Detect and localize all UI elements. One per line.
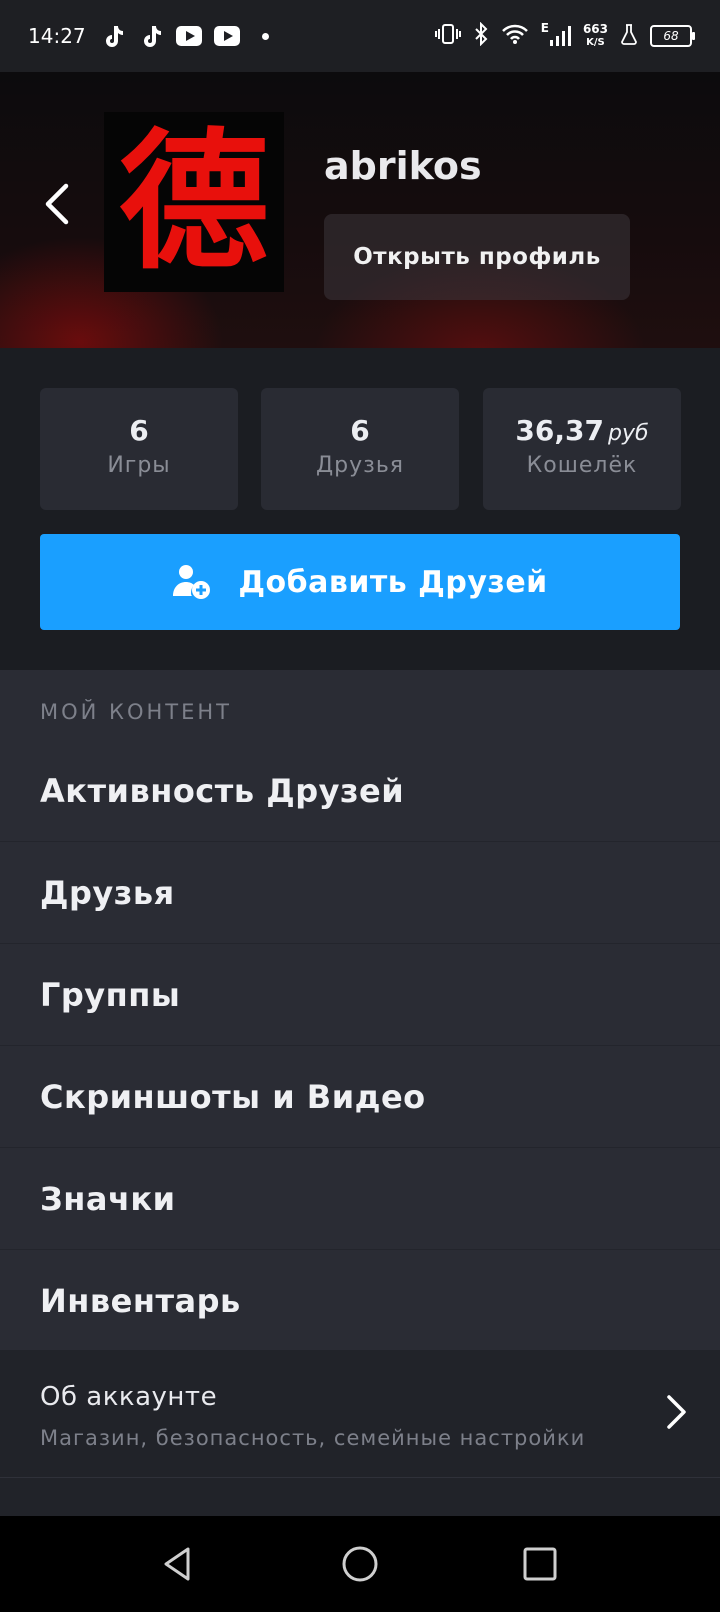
stat-wallet-value-row: 36,37 руб [483,414,681,447]
add-friends-button[interactable]: Добавить Друзей [40,534,680,630]
menu-item-friends[interactable]: Друзья [0,842,720,944]
stat-games[interactable]: 6 Игры [40,388,238,510]
stats-section: 6 Игры 6 Друзья 36,37 руб Кошелёк Добавит… [0,348,720,670]
avatar-glyph: 德 [118,114,269,290]
nav-home-icon[interactable] [340,1544,380,1584]
wifi-icon [501,23,529,49]
speed-value: 663 [582,22,608,36]
network-type: E [540,21,549,35]
menu-item-badges[interactable]: Значки [0,1148,720,1250]
status-bar: 14:27 E 663 K/S 68 [0,0,720,72]
system-nav-bar [0,1516,720,1612]
add-friends-label: Добавить Друзей [238,564,548,600]
stat-friends-value: 6 [350,414,370,447]
about-account-subtitle: Магазин, безопасность, семейные настройк… [40,1426,586,1450]
tiktok-icon [100,25,126,47]
nav-back-icon[interactable] [158,1544,198,1584]
menu-item-label: Активность Друзей [40,771,405,810]
flask-icon [620,23,638,49]
menu-item-inventory[interactable]: Инвентарь [0,1250,720,1352]
status-time: 14:27 [28,24,86,48]
nav-recents-icon[interactable] [520,1544,560,1584]
youtube-icon [175,25,202,47]
menu-item-groups[interactable]: Группы [0,944,720,1046]
about-account-row[interactable]: Об аккаунте Магазин, безопасность, семей… [0,1350,720,1478]
menu-item-label: Скриншоты и Видео [40,1077,426,1116]
open-profile-button[interactable]: Открыть профиль [324,214,630,300]
stat-wallet-unit: руб [608,421,649,446]
cellular-signal-icon: E [541,21,571,47]
menu-item-label: Друзья [40,873,175,912]
menu-item-label: Значки [40,1179,176,1218]
bluetooth-icon [473,21,489,50]
system-icons: E 663 K/S 68 [434,21,695,50]
stat-games-label: Игры [107,453,171,478]
stat-wallet-value: 36,37 [515,414,604,447]
avatar[interactable]: 德 [104,112,284,292]
stat-wallet[interactable]: 36,37 руб Кошелёк [483,388,681,510]
add-user-icon [173,565,211,599]
menu-item-label: Группы [40,975,181,1014]
stat-wallet-label: Кошелёк [526,453,638,478]
next-row-partial[interactable] [0,1478,720,1516]
back-arrow-icon[interactable] [42,182,72,226]
section-label: МОЙ КОНТЕНТ [40,700,232,724]
stat-friends-label: Друзья [315,453,405,478]
menu-item-label: Инвентарь [40,1281,241,1320]
menu-item-friends-activity[interactable]: Активность Друзей [0,740,720,842]
more-notifications-dot [261,32,269,40]
stat-friends[interactable]: 6 Друзья [261,388,459,510]
network-speed: 663 K/S [583,23,608,49]
chevron-right-icon [667,1395,686,1429]
about-account-title: Об аккаунте [40,1382,218,1412]
username: abrikos [324,144,482,188]
profile-header: 德 abrikos Открыть профиль [0,72,720,348]
stat-games-value: 6 [129,414,149,447]
content-menu: МОЙ КОНТЕНТ Активность Друзей Друзья Гру… [0,670,720,1516]
tiktok-icon [138,25,164,47]
youtube-icon [213,25,240,47]
speed-unit: K/S [586,37,605,48]
battery-indicator: 68 [650,25,695,47]
vibrate-icon [434,23,461,49]
notification-icons [100,25,269,47]
menu-item-screenshots-videos[interactable]: Скриншоты и Видео [0,1046,720,1148]
